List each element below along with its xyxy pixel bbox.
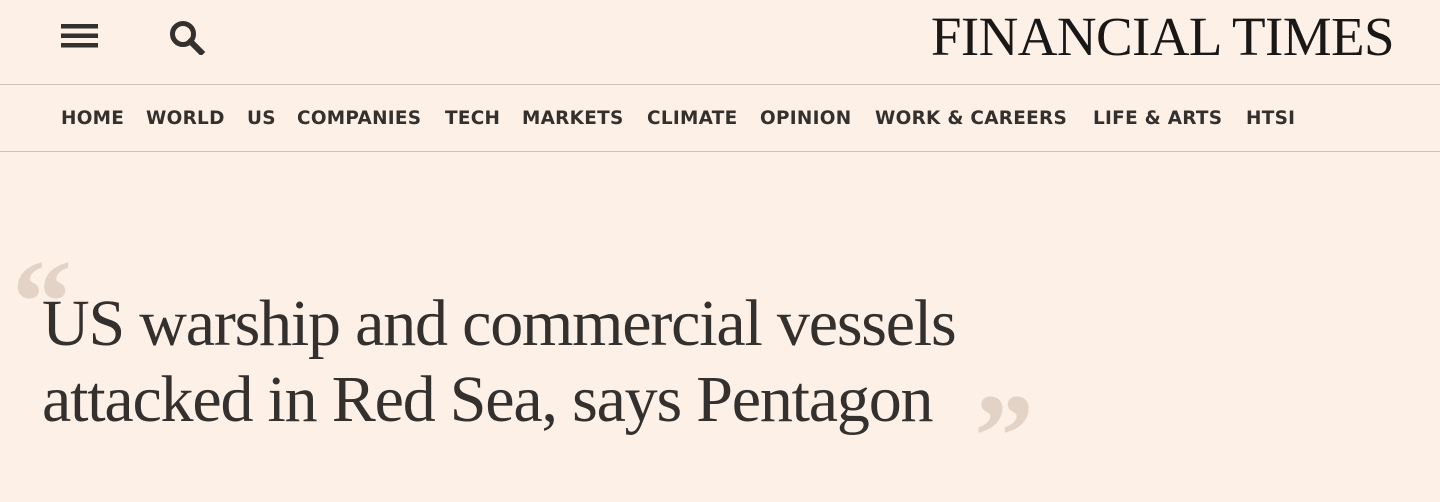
nav-item-markets[interactable]: MARKETS	[522, 107, 624, 129]
nav-item-opinion[interactable]: OPINION	[760, 107, 851, 129]
nav-item-htsi[interactable]: HTSI	[1246, 107, 1295, 129]
brand-logo[interactable]: FINANCIAL TIMES	[931, 4, 1395, 70]
top-header: FINANCIAL TIMES	[0, 0, 1440, 85]
nav-item-world[interactable]: WORLD	[146, 107, 225, 129]
nav-item-home[interactable]: HOME	[61, 107, 124, 129]
nav-item-work-careers[interactable]: WORK & CAREERS	[875, 107, 1067, 129]
headline[interactable]: US warship and commercial vessels attack…	[42, 286, 1042, 438]
nav-item-companies[interactable]: COMPANIES	[297, 107, 421, 129]
nav-item-life-arts[interactable]: LIFE & ARTS	[1093, 107, 1222, 129]
nav-list: HOME WORLD US COMPANIES TECH MARKETS CLI…	[61, 85, 1317, 151]
nav-item-tech[interactable]: TECH	[445, 107, 500, 129]
main-navigation: HOME WORLD US COMPANIES TECH MARKETS CLI…	[0, 85, 1440, 152]
menu-button[interactable]	[60, 20, 100, 52]
hamburger-menu-icon	[61, 24, 98, 48]
search-button[interactable]	[168, 19, 208, 57]
search-icon	[170, 21, 206, 57]
nav-item-us[interactable]: US	[247, 107, 276, 129]
nav-item-climate[interactable]: CLIMATE	[647, 107, 737, 129]
closing-quote-mark: ”	[974, 369, 1034, 502]
